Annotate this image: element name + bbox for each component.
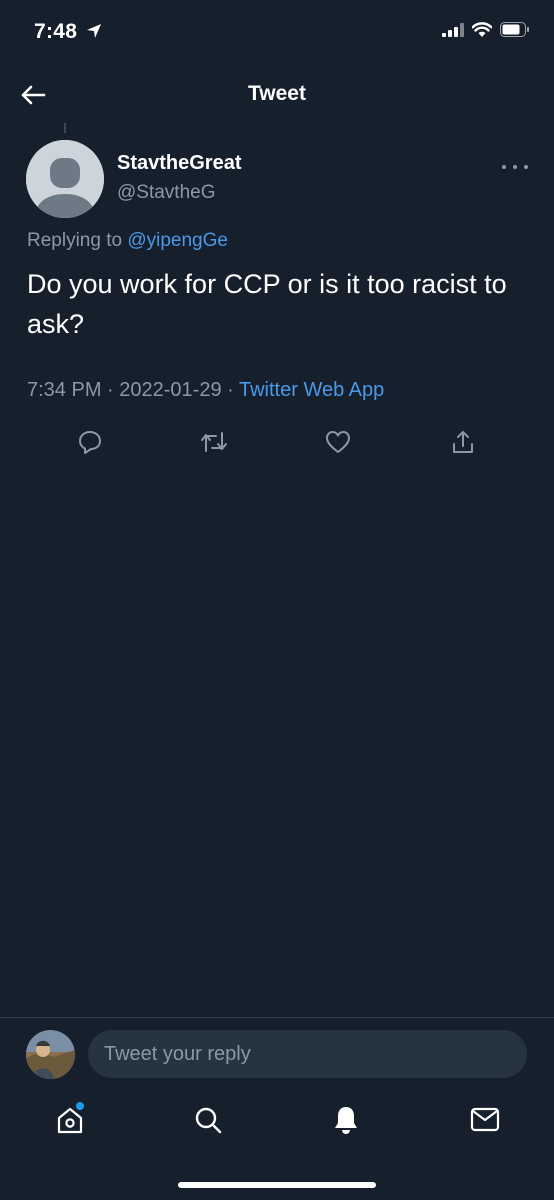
bell-icon bbox=[335, 1107, 357, 1134]
new-content-dot bbox=[76, 1102, 84, 1110]
tab-home[interactable] bbox=[50, 1100, 90, 1140]
like-button[interactable] bbox=[322, 426, 354, 458]
tweet-text: Do you work for CCP or is it too racist … bbox=[27, 269, 507, 339]
home-indicator[interactable] bbox=[178, 1182, 376, 1188]
more-dot bbox=[513, 165, 517, 169]
replying-to-line: Replying to @yipengGe bbox=[27, 230, 228, 252]
tweet-source-link[interactable]: Twitter Web App bbox=[239, 379, 384, 401]
retweet-icon bbox=[201, 432, 227, 452]
default-avatar-icon bbox=[26, 140, 104, 218]
status-bar: 7:48 bbox=[0, 0, 554, 66]
mention-link[interactable]: @yipengGe bbox=[127, 230, 228, 251]
composer-divider bbox=[0, 1017, 554, 1018]
more-dot bbox=[524, 165, 528, 169]
reply-input[interactable] bbox=[88, 1030, 527, 1078]
share-button[interactable] bbox=[447, 426, 479, 458]
location-arrow-icon bbox=[86, 23, 102, 44]
wifi-icon bbox=[471, 22, 493, 42]
more-options-button[interactable] bbox=[502, 162, 528, 172]
tweet-metadata: 7:34 PM · 2022-01-29 · Twitter Web App bbox=[27, 379, 384, 402]
user-photo-icon bbox=[26, 1030, 75, 1079]
meta-separator: · bbox=[101, 379, 120, 401]
tweet-date: 2022-01-29 bbox=[119, 379, 222, 401]
tab-explore[interactable] bbox=[188, 1100, 228, 1140]
status-time: 7:48 bbox=[34, 20, 78, 43]
meta-separator: · bbox=[221, 379, 239, 401]
page-title: Tweet bbox=[248, 82, 306, 105]
tab-messages[interactable] bbox=[465, 1100, 505, 1140]
thread-connector-line bbox=[64, 123, 66, 133]
avatar[interactable] bbox=[26, 140, 104, 218]
retweet-button[interactable] bbox=[198, 426, 230, 458]
more-dot bbox=[502, 165, 506, 169]
reply-button[interactable] bbox=[74, 426, 106, 458]
cellular-signal-icon bbox=[442, 22, 464, 42]
search-icon bbox=[195, 1107, 222, 1134]
share-icon bbox=[453, 431, 473, 453]
mail-icon bbox=[470, 1107, 500, 1132]
nav-header: Tweet bbox=[0, 66, 554, 122]
current-user-avatar[interactable] bbox=[26, 1030, 75, 1079]
battery-icon bbox=[500, 22, 530, 42]
heart-icon bbox=[326, 431, 350, 453]
replying-to-prefix: Replying to bbox=[27, 230, 128, 251]
tab-notifications[interactable] bbox=[326, 1100, 366, 1140]
reply-icon bbox=[79, 431, 101, 454]
display-name[interactable]: StavtheGreat bbox=[117, 152, 242, 175]
tweet-actions bbox=[0, 426, 554, 458]
tweet-time: 7:34 PM bbox=[27, 379, 102, 401]
username[interactable]: @StavtheG bbox=[117, 182, 216, 204]
